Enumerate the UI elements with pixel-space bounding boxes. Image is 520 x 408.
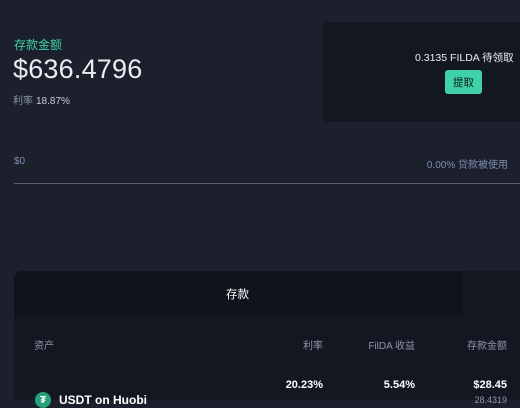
column-header-rate: 利率 <box>303 341 323 352</box>
column-header-filda: FilDA 收益 <box>368 341 415 352</box>
utilization-min-label: $0 <box>14 156 26 167</box>
row-filda-yield: 5.54% <box>383 379 415 391</box>
deposit-rate: 利率 18.87% <box>13 92 70 107</box>
usdt-icon: ₮ <box>35 392 51 408</box>
row-amount: $28.45 <box>473 379 507 391</box>
column-header-asset: 资产 <box>34 341 54 352</box>
tab-deposits-label: 存款 <box>226 289 249 301</box>
row-rate: 20.23% <box>285 379 323 391</box>
deposit-amount: $636.4796 <box>13 54 143 84</box>
row-amount-sub: 28.4319 <box>474 395 507 405</box>
rate-value: 18.87% <box>36 96 70 107</box>
reward-pending-text: 0.3135 FILDA 待领取 <box>415 52 514 64</box>
rate-label: 利率 <box>13 96 33 107</box>
column-header-amount: 存款金额 <box>467 341 507 352</box>
reward-card <box>322 22 520 122</box>
claim-button[interactable]: 提取 <box>445 70 482 94</box>
utilization-percent-label: 0.00% 贷款被使用 <box>426 160 508 171</box>
utilization-bar <box>14 183 520 184</box>
row-asset-name: USDT on Huobi <box>59 393 147 407</box>
deposit-label: 存款金额 <box>14 38 63 52</box>
